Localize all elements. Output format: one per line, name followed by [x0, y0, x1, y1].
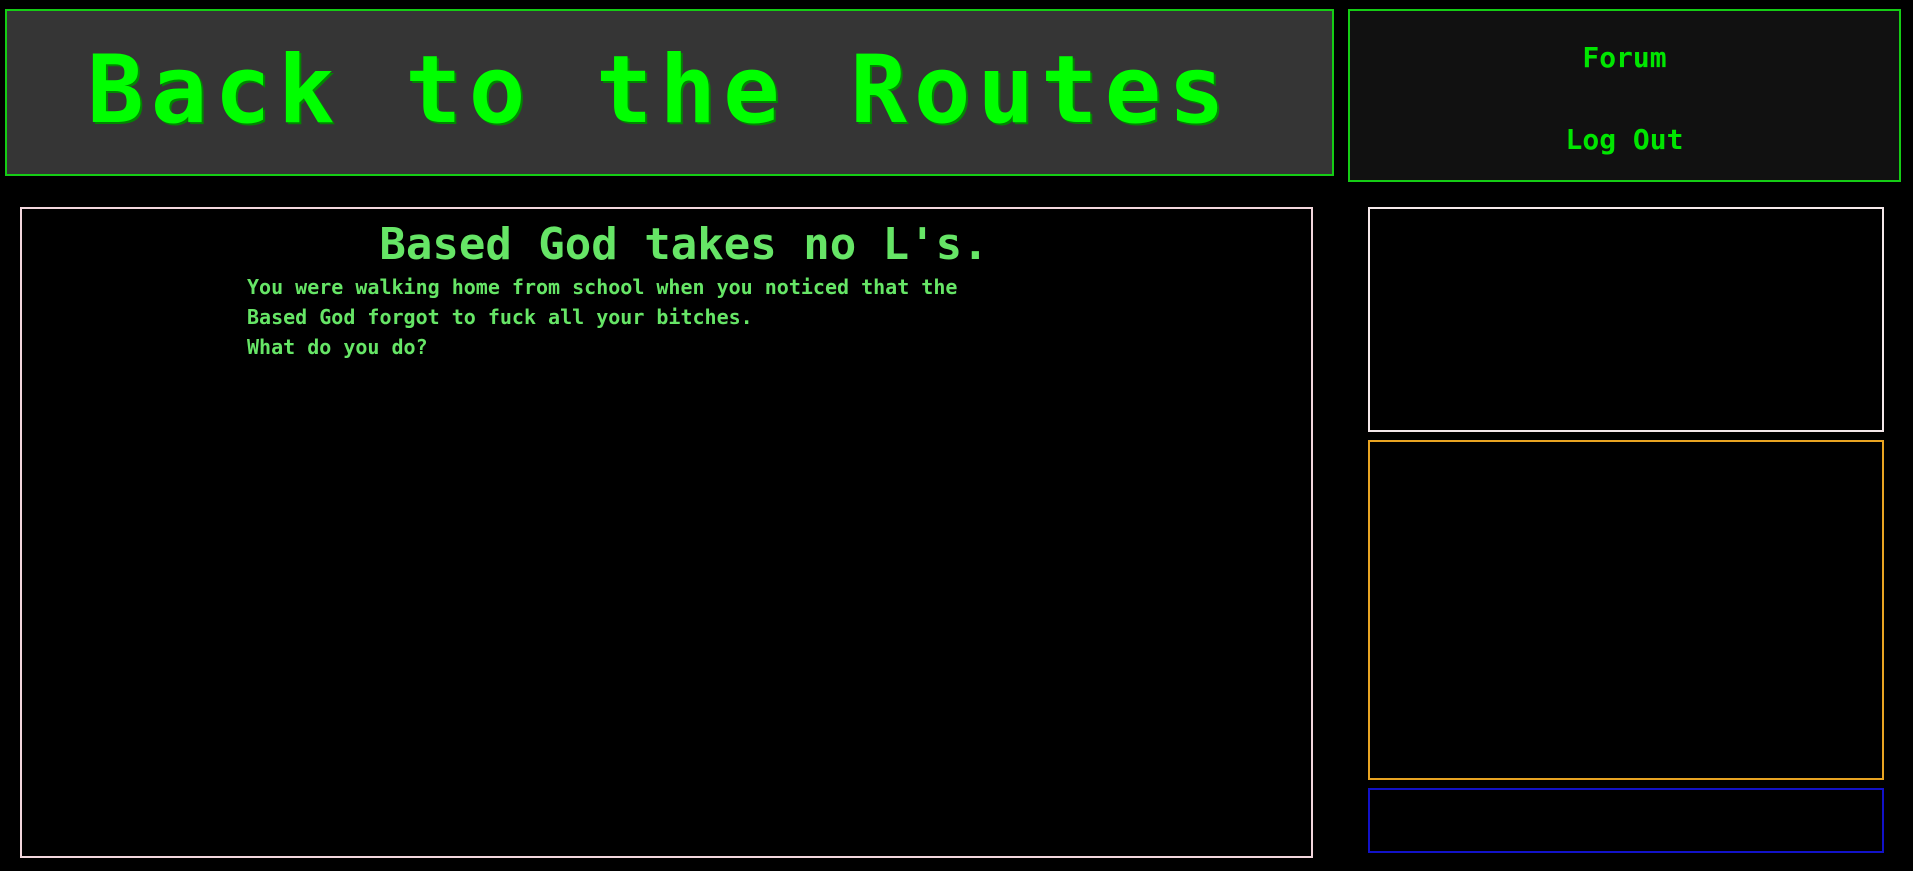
forum-link[interactable]: Forum: [1350, 41, 1899, 74]
site-title: Back to the Routes: [87, 36, 1232, 145]
story-panel: Based God takes no L's. You were walking…: [20, 207, 1313, 858]
logout-link[interactable]: Log Out: [1350, 123, 1899, 156]
story-line: You were walking home from school when y…: [247, 275, 958, 299]
story-line: What do you do?: [247, 335, 428, 359]
story-line: Based God forgot to fuck all your bitche…: [247, 305, 753, 329]
header-banner: Back to the Routes: [5, 9, 1334, 176]
story-title: Based God takes no L's.: [379, 219, 989, 270]
side-panel-bottom: [1368, 788, 1884, 853]
side-panel-middle: [1368, 440, 1884, 780]
story-text: You were walking home from school when y…: [247, 272, 987, 362]
nav-menu: Forum Log Out: [1348, 9, 1901, 182]
side-panel-top: [1368, 207, 1884, 432]
